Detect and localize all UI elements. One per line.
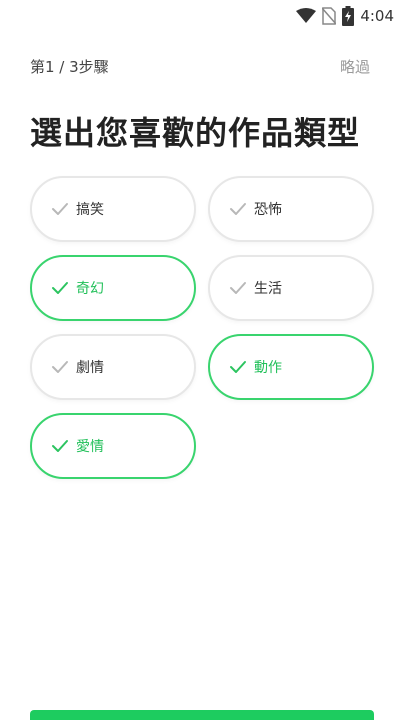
step-indicator: 第1 / 3步驟	[30, 58, 109, 76]
genre-chip-romance[interactable]: 愛情	[30, 413, 196, 479]
genre-chip-label: 搞笑	[76, 202, 104, 218]
check-icon	[230, 361, 246, 373]
genre-chip-action[interactable]: 動作	[208, 334, 374, 400]
genre-chip-drama[interactable]: 劇情	[30, 334, 196, 400]
genre-chip-slice-of-life[interactable]: 生活	[208, 255, 374, 321]
next-button[interactable]	[30, 710, 374, 720]
check-icon	[230, 282, 246, 294]
battery-charging-icon	[342, 6, 355, 26]
genre-chip-label: 動作	[254, 360, 282, 376]
check-icon	[52, 361, 68, 373]
genre-chip-fantasy[interactable]: 奇幻	[30, 255, 196, 321]
check-icon	[52, 440, 68, 452]
no-sim-icon	[322, 7, 337, 25]
genre-chip-horror[interactable]: 恐怖	[208, 176, 374, 242]
genre-chip-comedy[interactable]: 搞笑	[30, 176, 196, 242]
wifi-icon	[296, 8, 317, 23]
status-time: 4:04	[360, 7, 394, 25]
status-icons: 4:04	[296, 5, 394, 27]
skip-button[interactable]: 略過	[340, 56, 370, 77]
genre-chip-label: 恐怖	[254, 202, 282, 218]
genre-chip-label: 劇情	[76, 360, 104, 376]
status-bar: 4:04	[0, 0, 404, 32]
genre-chip-label: 奇幻	[76, 281, 104, 297]
page-title: 選出您喜歡的作品類型	[30, 114, 361, 152]
check-icon	[52, 203, 68, 215]
genre-chip-label: 生活	[254, 281, 282, 297]
genre-chip-label: 愛情	[76, 439, 104, 455]
check-icon	[52, 282, 68, 294]
check-icon	[230, 203, 246, 215]
